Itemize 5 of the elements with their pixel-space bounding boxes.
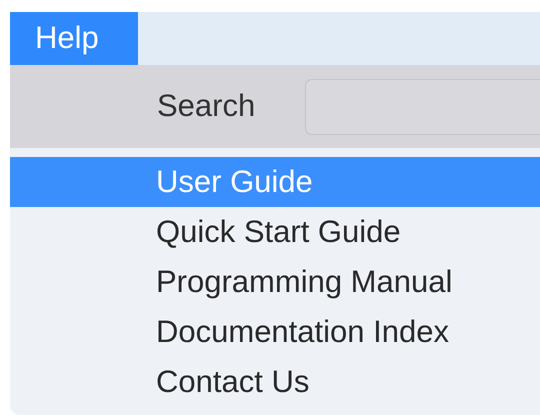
menu-item[interactable]: Contact Us	[10, 357, 540, 407]
menu-item[interactable]: Quick Start Guide	[10, 207, 540, 257]
search-label: Search	[157, 87, 256, 126]
menu-item[interactable]: Programming Manual	[10, 257, 540, 307]
menu-item[interactable]: Documentation Index	[10, 307, 540, 357]
